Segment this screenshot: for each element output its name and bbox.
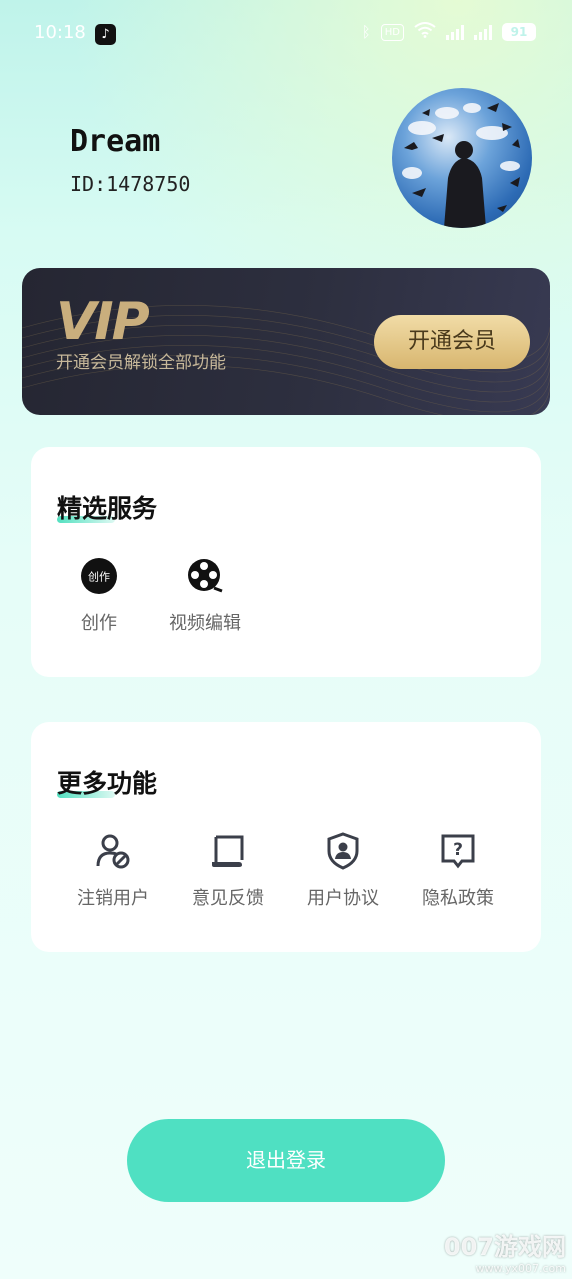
function-item-user-agreement[interactable]: 用户协议 — [293, 832, 393, 910]
more-functions-panel: 更多功能 注销用户 意见反馈 用户协议 ? 隐私政策 — [31, 722, 541, 952]
service-item-create[interactable]: 创作 创作 — [49, 557, 149, 635]
signal-icon-2 — [474, 24, 492, 40]
vip-logo: VIP — [56, 292, 150, 352]
status-icons: ᛒ HD 91 — [362, 22, 536, 42]
function-label-privacy-policy: 隐私政策 — [422, 888, 494, 909]
function-label-feedback: 意见反馈 — [192, 888, 264, 909]
more-functions-title: 更多功能 — [57, 769, 158, 798]
watermark-url: www.yx007.com — [475, 1262, 566, 1275]
watermark-main: 007游戏网 — [443, 1233, 566, 1261]
status-bar: 10:18 ♪ ᛒ HD 91 — [0, 0, 572, 70]
status-time: 10:18 — [34, 22, 86, 43]
function-label-user-agreement: 用户协议 — [307, 888, 379, 909]
avatar[interactable] — [392, 88, 532, 228]
function-item-feedback[interactable]: 意见反馈 — [178, 832, 278, 910]
vip-description: 开通会员解锁全部功能 — [56, 353, 226, 373]
wifi-icon — [414, 22, 436, 42]
battery-icon: 91 — [502, 23, 536, 41]
user-id: ID:1478750 — [70, 172, 191, 196]
film-reel-icon — [186, 557, 224, 595]
create-icon: 创作 — [80, 557, 118, 595]
vip-card[interactable]: VIP 开通会员解锁全部功能 开通会员 — [22, 268, 550, 415]
featured-services-title: 精选服务 — [57, 494, 158, 523]
watermark: 007游戏网 www.yx007.com — [444, 1227, 566, 1275]
function-item-privacy-policy[interactable]: ? 隐私政策 — [408, 832, 508, 910]
logout-button[interactable]: 退出登录 — [127, 1119, 445, 1202]
function-item-deregister[interactable]: 注销用户 — [63, 832, 163, 910]
create-icon-text: 创作 — [88, 571, 110, 584]
user-name: Dream — [70, 124, 161, 159]
function-label-deregister: 注销用户 — [77, 888, 149, 909]
user-cancel-icon — [94, 832, 132, 870]
service-label-video-edit: 视频编辑 — [169, 613, 241, 634]
bluetooth-icon: ᛒ — [361, 23, 371, 41]
featured-services-panel: 精选服务 创作 创作 视频编辑 — [31, 447, 541, 677]
tiktok-notification-icon: ♪ — [95, 24, 116, 45]
svg-text:?: ? — [453, 840, 463, 860]
signal-icon-1 — [446, 24, 464, 40]
scroll-feedback-icon — [209, 832, 247, 870]
service-item-video-edit[interactable]: 视频编辑 — [155, 557, 255, 635]
shield-user-icon — [324, 832, 362, 870]
avatar-image — [402, 103, 520, 228]
service-label-create: 创作 — [81, 613, 117, 634]
hd-badge: HD — [380, 23, 404, 41]
open-membership-button[interactable]: 开通会员 — [374, 315, 530, 369]
question-box-icon: ? — [439, 832, 477, 870]
